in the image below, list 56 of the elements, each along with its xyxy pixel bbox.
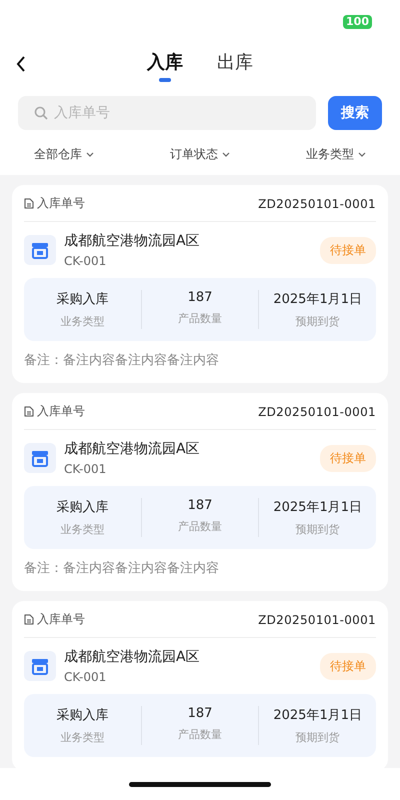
stat-label: 产品数量 — [178, 311, 222, 326]
document-icon — [24, 614, 34, 625]
chevron-down-icon — [86, 152, 94, 157]
stat-label: 业务类型 — [60, 314, 104, 329]
filter-dropdown[interactable]: 全部仓库 — [34, 144, 94, 165]
stat-value: 187 — [188, 290, 212, 305]
filter-dropdown[interactable]: 业务类型 — [306, 144, 366, 165]
status-badge: 待接单 — [320, 652, 376, 680]
stat-label: 产品数量 — [178, 727, 222, 742]
stat-value: 2025年1月1日 — [273, 707, 362, 724]
warehouse-code: CK-001 — [64, 462, 108, 476]
warehouse-code: CK-001 — [64, 254, 108, 268]
warehouse-icon — [24, 235, 56, 265]
document-icon — [24, 406, 34, 417]
chevron-down-icon — [358, 152, 366, 157]
warehouse-icon — [24, 443, 56, 473]
warehouse-code: CK-001 — [64, 670, 108, 684]
order-number: ZD20250101-0001 — [258, 404, 376, 418]
chevron-down-icon — [222, 152, 230, 157]
remark-text: 备注：备注内容备注内容备注内容 — [24, 560, 220, 577]
status-badge: 待接单 — [320, 236, 376, 264]
order-number-label: 入库单号 — [37, 611, 85, 628]
stat-value: 187 — [188, 498, 212, 513]
warehouse-icon — [24, 651, 56, 681]
order-number-label: 入库单号 — [37, 195, 85, 212]
order-card[interactable]: 入库单号 ZD20250101-0001 成都航空港物流园A区 CK-001 待接单 采购入库 业务类型 187 产品数量 2025年1月1日 预期到货 备注：备注内容备注内容备注内容 — [12, 185, 388, 383]
order-number: ZD20250101-0001 — [258, 196, 376, 210]
stat-label: 预期到货 — [296, 314, 340, 329]
stat-label: 预期到货 — [296, 522, 340, 537]
battery-icon: 100 — [343, 15, 372, 29]
stat-label: 预期到货 — [296, 730, 340, 745]
warehouse-name: 成都航空港物流园A区 — [64, 440, 201, 458]
tab[interactable]: 出库 — [217, 48, 253, 84]
stat-value: 2025年1月1日 — [273, 291, 362, 308]
search-icon — [34, 106, 48, 120]
search-field[interactable]: 入库单号 — [18, 96, 316, 130]
status-badge: 待接单 — [320, 444, 376, 472]
stat-label: 业务类型 — [60, 522, 104, 537]
stat-value: 采购入库 — [56, 707, 108, 724]
document-icon — [24, 198, 34, 209]
stat-label: 产品数量 — [178, 519, 222, 534]
stat-value: 采购入库 — [56, 499, 108, 516]
stat-label: 业务类型 — [60, 730, 104, 745]
warehouse-name: 成都航空港物流园A区 — [64, 232, 201, 250]
tab[interactable]: 入库 — [147, 48, 183, 84]
order-number: ZD20250101-0001 — [258, 612, 376, 626]
order-card[interactable]: 入库单号 ZD20250101-0001 成都航空港物流园A区 CK-001 待接单 采购入库 业务类型 187 产品数量 2025年1月1日 预期到货 备注：备注内容备注内容备注内容 — [12, 393, 388, 591]
search-button[interactable]: 搜索 — [328, 96, 382, 130]
stat-value: 2025年1月1日 — [273, 499, 362, 516]
filter-dropdown[interactable]: 订单状态 — [170, 144, 230, 165]
warehouse-name: 成都航空港物流园A区 — [64, 648, 201, 666]
order-card[interactable]: 入库单号 ZD20250101-0001 成都航空港物流园A区 CK-001 待接单 采购入库 业务类型 187 产品数量 2025年1月1日 预期到货 — [12, 601, 388, 768]
remark-text: 备注：备注内容备注内容备注内容 — [24, 352, 220, 369]
stat-value: 187 — [188, 706, 212, 721]
order-number-label: 入库单号 — [37, 403, 85, 420]
stat-value: 采购入库 — [56, 291, 108, 308]
